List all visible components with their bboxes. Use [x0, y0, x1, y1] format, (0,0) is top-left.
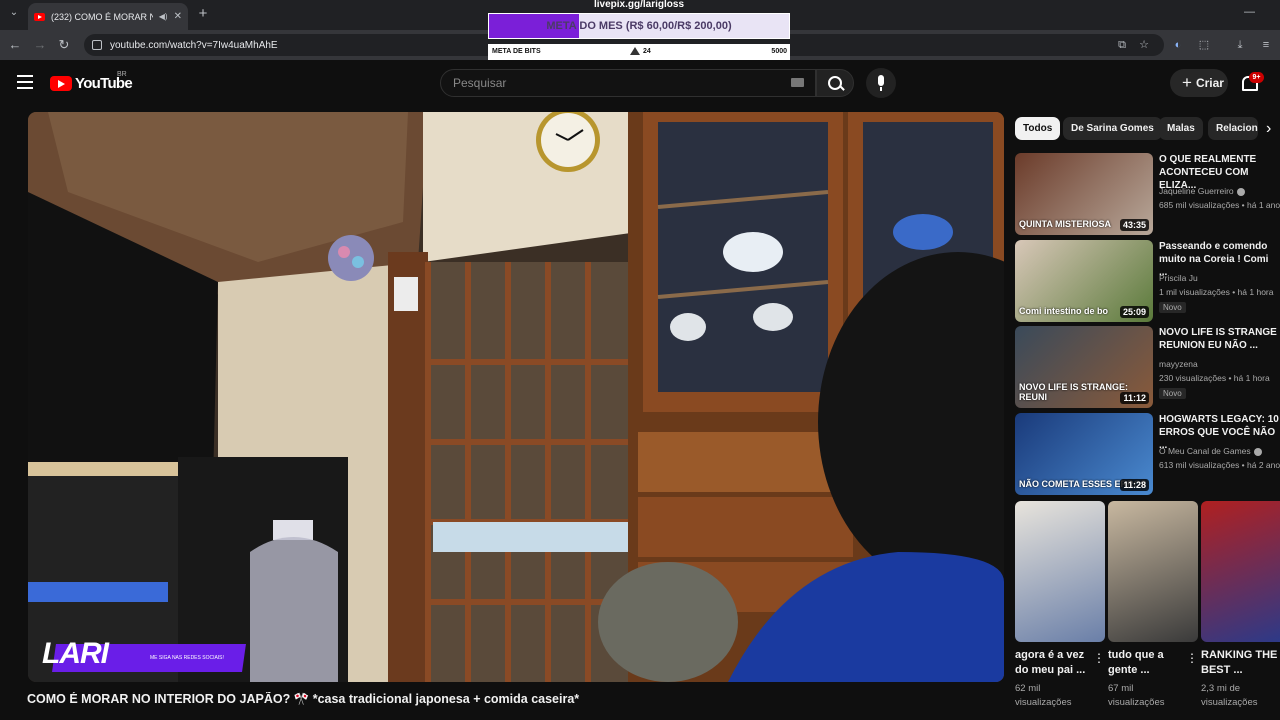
- thumbnail-caption: QUINTA MISTERIOSA: [1019, 219, 1111, 229]
- new-tab-button[interactable]: +: [194, 5, 212, 23]
- short-thumbnail[interactable]: [1201, 501, 1280, 642]
- tab-title: (232) COMO É MORAR NO: [51, 11, 153, 22]
- channel-name-text: Jaqueline Guerreiro: [1159, 186, 1234, 196]
- short-item[interactable]: agora é a vez do meu pai ... 62 mil visua…: [1015, 501, 1105, 720]
- chip-3[interactable]: Relacionados: [1208, 117, 1258, 140]
- recommendation-item[interactable]: Comi intestino de bo 25:09 Passeando e com…: [1015, 240, 1280, 322]
- short-item[interactable]: tudo que a gente ... 67 mil visualizações…: [1108, 501, 1198, 720]
- plus-icon: +: [1182, 73, 1192, 92]
- view-count: 685 mil visualizações • há 1 ano: [1159, 200, 1280, 210]
- lari-banner-tagline: ME SIGA NAS REDES SOCIAIS!: [150, 655, 224, 661]
- short-title[interactable]: RANKING THE BEST ...: [1201, 648, 1279, 678]
- short-title[interactable]: agora é a vez do meu pai ...: [1015, 648, 1093, 678]
- video-title: COMO É MORAR NO INTERIOR DO JAPÃO? 🎌 *ca…: [27, 692, 580, 706]
- puzzle-icon[interactable]: ⬚: [1196, 37, 1212, 53]
- short-item[interactable]: RANKING THE BEST ... 2,3 mi de visualizaç…: [1201, 501, 1280, 720]
- back-icon[interactable]: ←: [7, 37, 23, 53]
- video-player[interactable]: [28, 112, 1004, 682]
- site-info-icon[interactable]: [92, 40, 102, 50]
- close-tab-icon[interactable]: ✕: [174, 11, 182, 22]
- verified-icon: [1253, 447, 1262, 456]
- livepix-url: livepix.gg/larigloss: [593, 0, 685, 10]
- new-badge: Novo: [1159, 302, 1186, 313]
- recommendation-item[interactable]: NOVO LIFE IS STRANGE: REUNI 11:12 NOVO LIF…: [1015, 326, 1280, 408]
- video-thumbnail[interactable]: QUINTA MISTERIOSA 43:35: [1015, 153, 1153, 235]
- video-thumbnail[interactable]: NÃO COMETA ESSES ERROS 11:28: [1015, 413, 1153, 495]
- youtube-play-icon: [50, 75, 72, 91]
- voice-search-button[interactable]: [866, 68, 896, 98]
- livepix-goal-bar: META DO MES (R$ 60,00/R$ 200,00): [488, 13, 790, 39]
- short-thumbnail[interactable]: [1015, 501, 1105, 642]
- menu-icon[interactable]: ≡: [1258, 37, 1274, 53]
- short-thumbnail[interactable]: [1108, 501, 1198, 642]
- duration-badge: 43:35: [1119, 219, 1149, 231]
- video-frame: [28, 112, 1004, 682]
- minimize-icon[interactable]: —: [1244, 6, 1260, 22]
- channel-name[interactable]: Priscila Ju: [1159, 273, 1198, 283]
- channel-name[interactable]: mayyzena: [1159, 359, 1198, 369]
- create-label: Criar: [1195, 76, 1224, 90]
- download-icon[interactable]: ⤓: [1232, 37, 1248, 53]
- address-text: youtube.com/watch?v=7Iw4uaMhAhE: [110, 39, 278, 51]
- video-thumbnail[interactable]: Comi intestino de bo 25:09: [1015, 240, 1153, 322]
- cast-icon[interactable]: ⧉: [1114, 37, 1130, 53]
- recommendation-item[interactable]: NÃO COMETA ESSES ERROS 11:28 HOGWARTS LEGA…: [1015, 413, 1280, 495]
- keyboard-icon[interactable]: [791, 78, 804, 87]
- create-button[interactable]: + Criar: [1170, 69, 1228, 97]
- youtube-favicon-icon: [34, 12, 45, 21]
- search-input[interactable]: Pesquisar: [440, 69, 816, 97]
- bits-value: 24: [643, 48, 651, 55]
- more-options-icon[interactable]: ⋮: [1186, 652, 1198, 665]
- verified-icon: [1236, 187, 1245, 196]
- search-button[interactable]: [816, 69, 854, 97]
- thumbnail-caption: Comi intestino de bo: [1019, 306, 1108, 316]
- bits-goal: 5000: [771, 48, 787, 55]
- browser-tab[interactable]: (232) COMO É MORAR NO ◀) ✕: [28, 3, 188, 30]
- channel-name-text: Priscila Ju: [1159, 273, 1198, 283]
- reload-icon[interactable]: ↻: [56, 37, 72, 53]
- duration-badge: 11:12: [1120, 392, 1149, 404]
- view-count: 613 mil visualizações • há 2 anos: [1159, 460, 1280, 470]
- speaker-icon[interactable]: ◀): [159, 12, 168, 21]
- tab-search-icon[interactable]: ⌄: [6, 7, 22, 23]
- more-options-icon[interactable]: ⋮: [1093, 652, 1105, 665]
- video-thumbnail[interactable]: NOVO LIFE IS STRANGE: REUNI 11:12: [1015, 326, 1153, 408]
- bits-goal-bar: META DE BITS 24 5000: [488, 44, 790, 60]
- logo-region: BR: [117, 71, 127, 78]
- chip-2[interactable]: Malas: [1159, 117, 1203, 140]
- hamburger-menu-icon[interactable]: [17, 75, 33, 89]
- notification-badge: 9+: [1249, 72, 1264, 83]
- chip-1[interactable]: De Sarina Gomes: [1063, 117, 1162, 140]
- extension-icon[interactable]: ◐: [1170, 37, 1186, 53]
- short-title[interactable]: tudo que a gente ...: [1108, 648, 1186, 678]
- view-count: 230 visualizações • há 1 hora: [1159, 373, 1270, 383]
- lari-logo: LARI: [42, 637, 109, 670]
- chip-0[interactable]: Todos: [1015, 117, 1061, 140]
- short-views: 2,3 mi de visualizações: [1201, 683, 1258, 708]
- channel-name-text: mayyzena: [1159, 359, 1198, 369]
- recommendation-item[interactable]: QUINTA MISTERIOSA 43:35 O QUE REALMENTE AC…: [1015, 153, 1280, 235]
- chevron-right-icon[interactable]: ›: [1266, 120, 1280, 138]
- channel-name-text: O Meu Canal de Games: [1159, 446, 1251, 456]
- bits-label: META DE BITS: [492, 48, 541, 55]
- duration-badge: 11:28: [1120, 479, 1149, 491]
- forward-icon[interactable]: →: [32, 37, 48, 53]
- channel-name[interactable]: Jaqueline Guerreiro: [1159, 186, 1245, 196]
- channel-name[interactable]: O Meu Canal de Games: [1159, 446, 1262, 456]
- livepix-goal-text: META DO MES (R$ 60,00/R$ 200,00): [546, 20, 732, 32]
- short-views: 62 mil visualizações: [1015, 683, 1072, 708]
- star-icon[interactable]: ☆: [1136, 37, 1152, 53]
- short-views: 67 mil visualizações: [1108, 683, 1165, 708]
- duration-badge: 25:09: [1119, 306, 1149, 318]
- new-badge: Novo: [1159, 388, 1186, 399]
- video-title[interactable]: NOVO LIFE IS STRANGE REUNION EU NÃO ...: [1159, 326, 1279, 352]
- bits-marker-icon: [630, 47, 640, 55]
- view-count: 1 mil visualizações • há 1 hora: [1159, 287, 1274, 297]
